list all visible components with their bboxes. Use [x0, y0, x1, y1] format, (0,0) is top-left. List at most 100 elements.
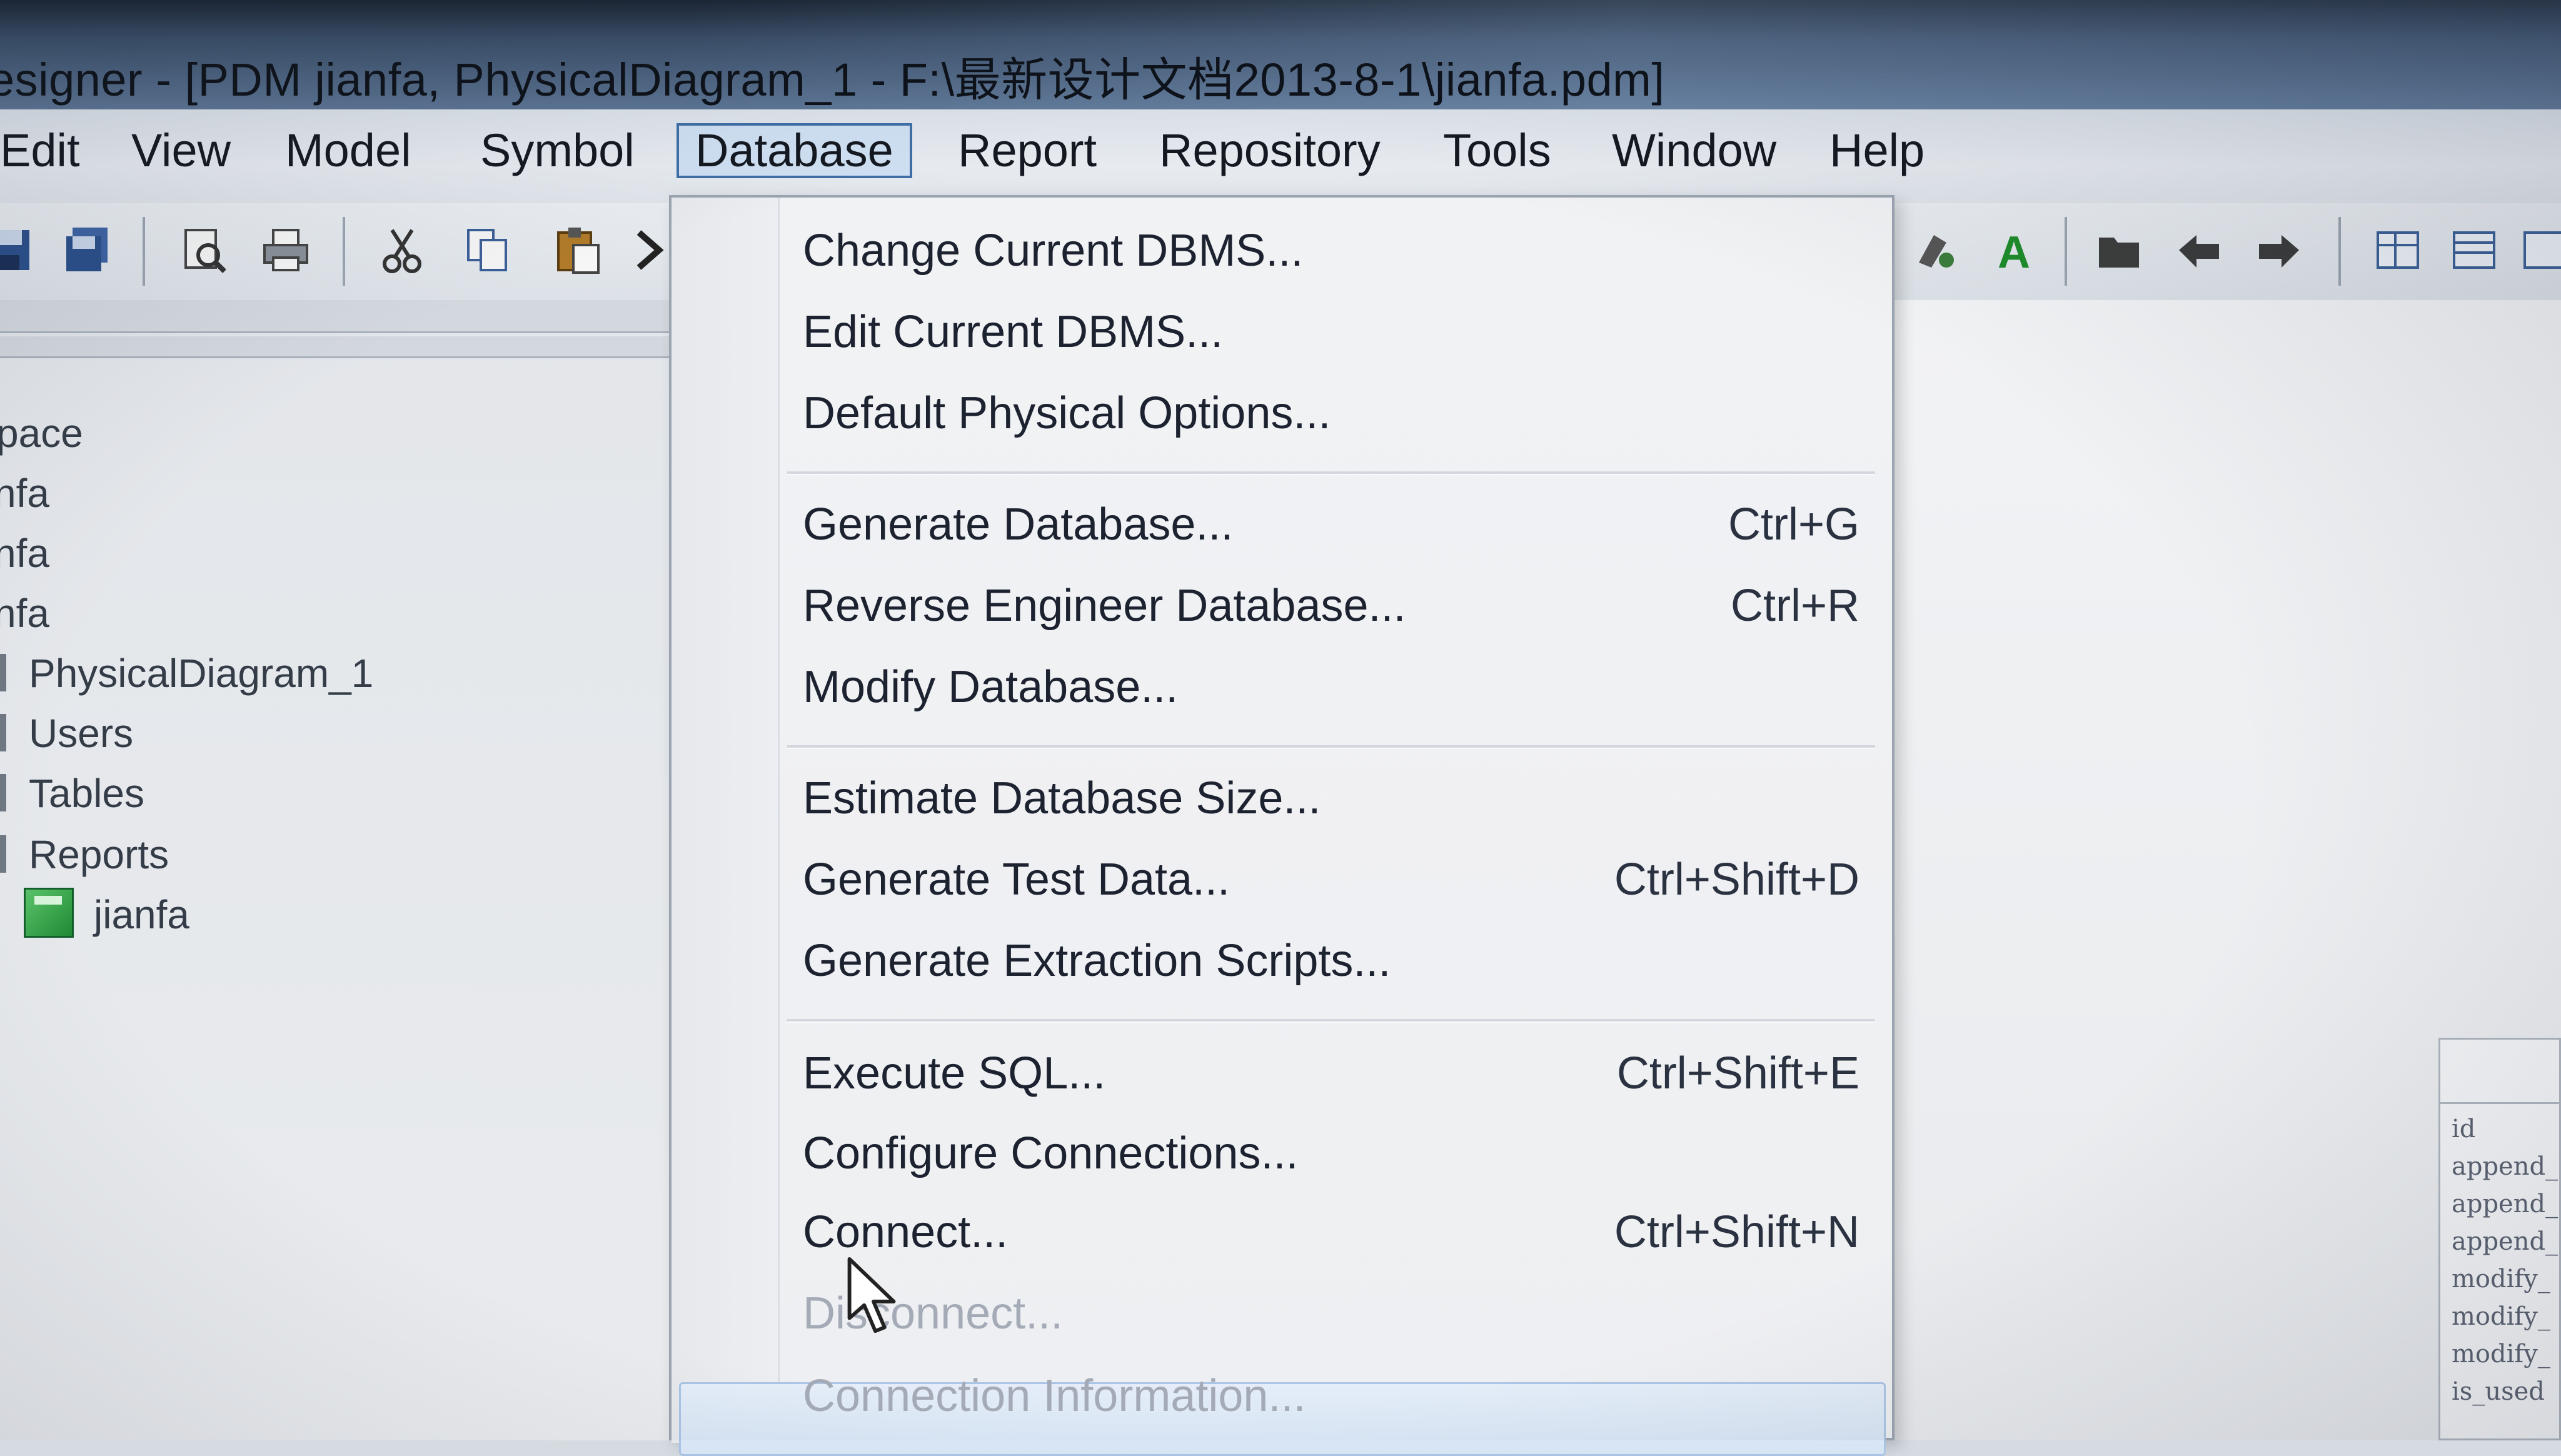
menu-icon-gutter	[672, 198, 780, 1443]
menu-item-label: Connect...	[803, 1207, 1009, 1257]
menu-item-label: Reverse Engineer Database...	[803, 581, 1406, 631]
menu-item-shortcut: Ctrl+R	[1730, 581, 1859, 631]
menu-model[interactable]: Model	[269, 123, 428, 178]
title-bar: esigner - [PDM jianfa, PhysicalDiagram_1…	[0, 0, 2561, 109]
paste-icon[interactable]	[550, 222, 606, 278]
menu-item-shortcut: Ctrl+Shift+N	[1614, 1207, 1859, 1257]
menu-item-label: Execute SQL...	[803, 1048, 1106, 1098]
menu-item-connection-information: Connection Information...	[803, 1362, 1859, 1430]
table-entity-header	[2440, 1040, 2561, 1104]
menu-item-label: Configure Connections...	[803, 1128, 1299, 1178]
toolbar-separator	[2065, 217, 2067, 286]
save-icon[interactable]	[0, 222, 38, 278]
menu-item-estimate-size[interactable]: Estimate Database Size...	[803, 764, 1859, 833]
menu-item-default-physical-options[interactable]: Default Physical Options...	[803, 379, 1859, 448]
menu-window[interactable]: Window	[1596, 123, 1793, 178]
print-preview-icon[interactable]	[175, 222, 231, 278]
window-title: esigner - [PDM jianfa, PhysicalDiagram_1…	[0, 54, 1665, 106]
menu-item-label: Connection Information...	[803, 1371, 1306, 1421]
tree-item-users[interactable]: Users	[29, 705, 133, 761]
menu-database[interactable]: Database	[677, 123, 912, 178]
menu-item-label: Modify Database...	[803, 662, 1179, 712]
menu-item-execute-sql[interactable]: Execute SQL... Ctrl+Shift+E	[803, 1039, 1859, 1108]
menu-item-label: Estimate Database Size...	[803, 773, 1321, 823]
menu-symbol[interactable]: Symbol	[464, 123, 651, 178]
save-all-icon[interactable]	[59, 222, 116, 278]
tree-item-reports[interactable]: Reports	[29, 826, 169, 883]
menu-item-label: Edit Current DBMS...	[803, 307, 1224, 357]
format-painter-icon[interactable]	[1906, 222, 1962, 278]
table-icon[interactable]	[2446, 222, 2502, 278]
menu-item-shortcut: Ctrl+Shift+D	[1614, 855, 1859, 905]
toolbar-separator	[2338, 217, 2341, 286]
menu-repository[interactable]: Repository	[1143, 123, 1397, 178]
tree-connector	[0, 835, 6, 873]
entity-field: append_	[2452, 1190, 2558, 1218]
folder-icon[interactable]	[2091, 222, 2147, 278]
tree-item[interactable]: nfa	[0, 465, 49, 521]
browser-tab-strip	[0, 336, 669, 358]
menu-item-modify-database[interactable]: Modify Database...	[803, 653, 1859, 721]
tree-item[interactable]: pace	[0, 405, 83, 461]
menu-item-configure-connections[interactable]: Configure Connections...	[803, 1119, 1859, 1188]
menu-report[interactable]: Report	[942, 123, 1113, 178]
entity-field: id	[2452, 1115, 2476, 1143]
menu-item-shortcut: Ctrl+Shift+E	[1616, 1048, 1859, 1098]
mouse-pointer-icon	[845, 1255, 902, 1337]
print-icon[interactable]	[258, 222, 314, 278]
menu-item-label: Generate Database...	[803, 500, 1234, 550]
grid-icon[interactable]	[2370, 222, 2426, 278]
entity-field: modify_	[2452, 1302, 2550, 1331]
svg-text:A: A	[1998, 228, 2030, 275]
menu-item-reverse-engineer[interactable]: Reverse Engineer Database... Ctrl+R	[803, 571, 1859, 640]
tree-connector	[0, 654, 6, 691]
tree-item[interactable]: nfa	[0, 585, 49, 641]
menu-item-label: Change Current DBMS...	[803, 226, 1304, 276]
menu-separator	[787, 471, 1875, 475]
menu-item-connect[interactable]: Connect... Ctrl+Shift+N	[803, 1198, 1859, 1267]
menu-item-shortcut: Ctrl+G	[1728, 500, 1859, 550]
menu-item-generate-database[interactable]: Generate Database... Ctrl+G	[803, 490, 1859, 559]
menu-item-edit-dbms[interactable]: Edit Current DBMS...	[803, 298, 1859, 366]
menu-item-generate-test-data[interactable]: Generate Test Data... Ctrl+Shift+D	[803, 845, 1859, 914]
entity-field: modify_	[2452, 1340, 2550, 1368]
toolbar-separator	[143, 217, 145, 286]
undo-icon[interactable]	[2171, 222, 2227, 278]
chevron-right-icon[interactable]	[631, 222, 669, 278]
menu-item-generate-extraction-scripts[interactable]: Generate Extraction Scripts...	[803, 926, 1859, 995]
menu-item-label: Default Physical Options...	[803, 388, 1331, 438]
database-menu: Change Current DBMS... Edit Current DBMS…	[669, 195, 1894, 1456]
menu-item-label: Generate Test Data...	[803, 855, 1230, 905]
menu-bar: Edit View Model Symbol Database Report R…	[0, 109, 2561, 204]
tree-item-diagram[interactable]: PhysicalDiagram_1	[29, 645, 373, 701]
tree-item-model[interactable]: jianfa	[94, 886, 189, 943]
menu-edit[interactable]: Edit	[0, 123, 96, 178]
menu-view[interactable]: View	[115, 123, 247, 178]
model-icon	[24, 888, 74, 938]
entity-field: append_	[2452, 1152, 2558, 1181]
tree-item-tables[interactable]: Tables	[29, 765, 144, 821]
menu-item-label: Disconnect...	[803, 1288, 1064, 1338]
entity-field: modify_	[2452, 1265, 2550, 1293]
browser-toolbar-strip	[0, 300, 669, 333]
entity-field: append_	[2452, 1227, 2558, 1256]
menu-separator	[787, 1019, 1875, 1023]
tree-item[interactable]: nfa	[0, 525, 49, 581]
entity-field: is_used	[2452, 1377, 2545, 1406]
menu-separator	[787, 745, 1875, 749]
tree-connector	[0, 714, 6, 751]
menu-item-disconnect: Disconnect...	[803, 1279, 1859, 1348]
toolbar-separator	[343, 217, 345, 286]
panel-icon[interactable]	[2520, 222, 2561, 278]
font-icon[interactable]: A	[1987, 222, 2043, 278]
copy-icon[interactable]	[460, 222, 516, 278]
tree-connector	[0, 774, 6, 811]
table-entity[interactable]: id append_ append_ append_ modify_ modif…	[2438, 1038, 2561, 1440]
object-browser: pace nfa nfa nfa PhysicalDiagram_1 Users…	[0, 300, 672, 1440]
menu-item-change-dbms[interactable]: Change Current DBMS...	[803, 216, 1859, 285]
menu-item-label: Generate Extraction Scripts...	[803, 936, 1391, 986]
menu-help[interactable]: Help	[1813, 123, 1941, 178]
cut-icon[interactable]	[374, 222, 430, 278]
menu-tools[interactable]: Tools	[1427, 123, 1567, 178]
redo-icon[interactable]	[2251, 222, 2307, 278]
